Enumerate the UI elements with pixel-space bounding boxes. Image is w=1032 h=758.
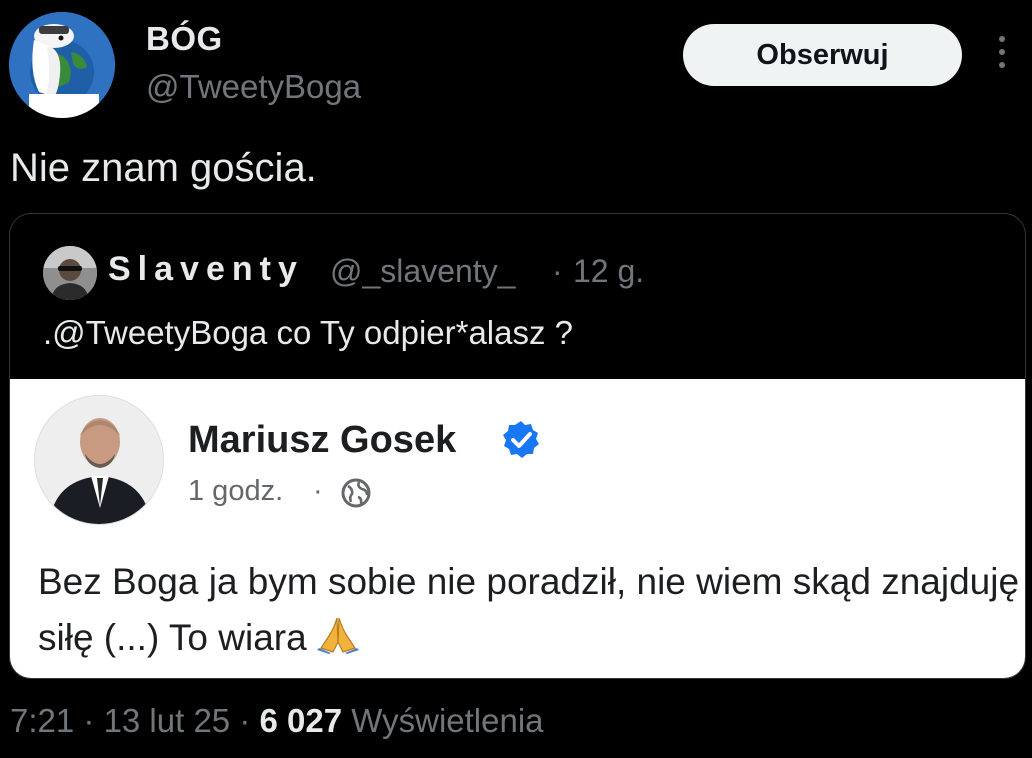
more-vertical-icon[interactable] xyxy=(992,36,1012,76)
tweet-page: BÓG @TweetyBoga Obserwuj Nie znam gościa… xyxy=(0,0,1032,758)
verified-badge-icon xyxy=(503,421,539,458)
embedded-post-image[interactable]: Mariusz Gosek 1 godz. · Bez Boga ja bym … xyxy=(10,379,1025,678)
quote-text: .@TweetyBoga co Ty odpier*alasz ? xyxy=(43,314,574,351)
quoted-tweet-card[interactable]: Slaventy @_slaventy_ · 12 g. .@TweetyBog… xyxy=(9,213,1026,679)
author-handle[interactable]: @TweetyBoga xyxy=(146,68,361,106)
quote-author-name: Slaventy xyxy=(108,250,304,288)
meta-separator: · xyxy=(230,702,260,739)
meta-separator: · xyxy=(74,702,104,739)
author-display-name[interactable]: BÓG xyxy=(146,20,223,58)
tweet-text: Nie znam gościa. xyxy=(10,146,317,190)
quote-author-avatar xyxy=(43,246,97,300)
follow-button[interactable]: Obserwuj xyxy=(683,24,962,86)
quote-separator: · xyxy=(552,253,563,289)
tweet-date[interactable]: 13 lut 25 xyxy=(104,702,231,739)
embedded-post-text: Bez Boga ja bym sobie nie poradził, nie … xyxy=(38,554,1023,666)
embedded-post-avatar xyxy=(34,395,164,525)
man-in-suit-photo-icon xyxy=(35,396,163,524)
embedded-post-author-name: Mariusz Gosek xyxy=(188,419,457,461)
embedded-post-separator: · xyxy=(313,475,323,507)
god-cartoon-avatar-icon xyxy=(9,12,115,118)
views-label: Wyświetlenia xyxy=(342,702,544,739)
embedded-post-text-content: Bez Boga ja bym sobie nie poradził, nie … xyxy=(38,561,1020,658)
praying-hands-icon xyxy=(316,617,359,654)
tweet-time[interactable]: 7:21 xyxy=(10,702,74,739)
tweet-meta: 7:21 · 13 lut 25 · 6 027 Wyświetlenia xyxy=(10,702,544,740)
globe-icon xyxy=(341,478,371,508)
quote-author-handle: @_slaventy_ xyxy=(330,253,516,289)
embedded-post-time: 1 godz. xyxy=(188,475,284,507)
views-count: 6 027 xyxy=(259,702,343,739)
author-avatar[interactable] xyxy=(9,12,115,118)
person-photo-icon xyxy=(43,246,97,300)
quote-timestamp: 12 g. xyxy=(573,253,645,289)
